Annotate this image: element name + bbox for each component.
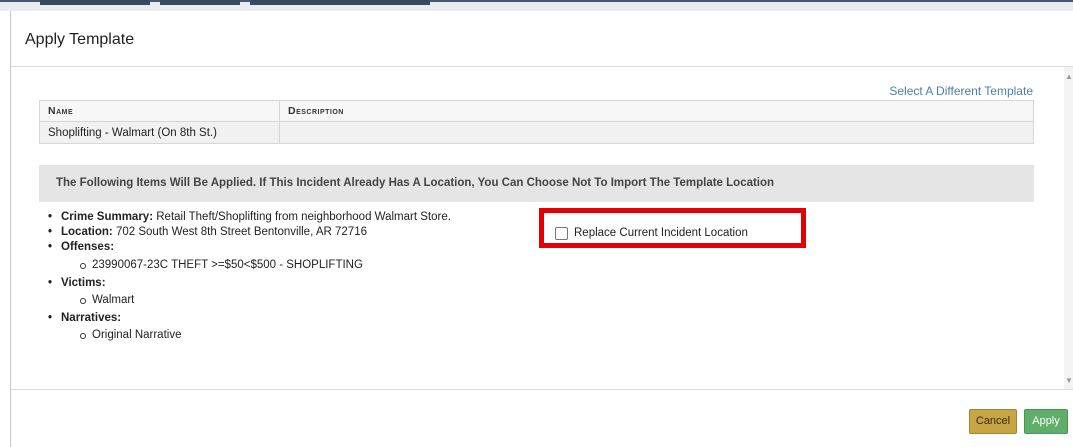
apply-button[interactable]: Apply [1024,409,1068,434]
narratives-sublist: Original Narrative [61,328,451,343]
modal-title: Apply Template [25,31,135,48]
list-item-narratives: Narratives: Original Narrative [47,311,451,343]
cancel-button[interactable]: Cancel [969,409,1017,434]
table-row[interactable]: Shoplifting - Walmart (On 8th St.) [39,121,1034,144]
background-top-bar [0,0,1073,11]
offense-item: 23990067-23C THEFT >=$50<$500 - SHOPLIFT… [61,258,451,273]
apply-template-modal: Apply Template Select A Different Templa… [10,11,1073,447]
select-different-template-link[interactable]: Select A Different Template [889,84,1033,98]
crime-summary-value: Retail Theft/Shoplifting from neighborho… [156,211,451,223]
list-item-location: Location: 702 South West 8th Street Bent… [47,225,451,240]
column-header-name: Name [39,100,280,122]
template-table: Name Description Shoplifting - Walmart (… [39,100,1034,144]
applied-items-list: Crime Summary: Retail Theft/Shoplifting … [47,210,451,347]
modal-body: Select A Different Template Name Descrip… [11,67,1064,389]
info-banner: The Following Items Will Be Applied. If … [39,165,1034,202]
victim-item: Walmart [61,293,451,308]
list-item-crime-summary: Crime Summary: Retail Theft/Shoplifting … [47,210,451,225]
template-description-cell [279,121,1034,144]
victims-label: Victims: [61,276,106,289]
narratives-label: Narratives: [61,312,122,325]
list-item-offenses: Offenses: 23990067-23C THEFT >=$50<$500 … [47,240,451,272]
column-header-description: Description [279,100,1034,122]
highlight-box [539,208,806,248]
narrative-item: Original Narrative [61,328,451,343]
victims-sublist: Walmart [61,293,451,308]
crime-summary-label: Crime Summary: [61,211,154,223]
scroll-down-arrow-icon[interactable]: ▼ [1065,377,1073,385]
background-top-segment [40,0,150,5]
location-label: Location: [61,226,113,239]
offenses-sublist: 23990067-23C THEFT >=$50<$500 - SHOPLIFT… [61,258,451,273]
background-top-segment [250,0,430,5]
template-name-cell: Shoplifting - Walmart (On 8th St.) [39,121,280,144]
list-item-victims: Victims: Walmart [47,276,451,308]
scroll-up-arrow-icon[interactable]: ▲ [1065,73,1073,81]
background-top-segment [160,0,240,5]
location-value: 702 South West 8th Street Bentonville, A… [115,226,367,239]
offenses-label: Offenses: [61,241,115,254]
modal-scrollbar[interactable]: ▲ ▼ [1064,67,1073,389]
footer-divider [11,389,1073,390]
